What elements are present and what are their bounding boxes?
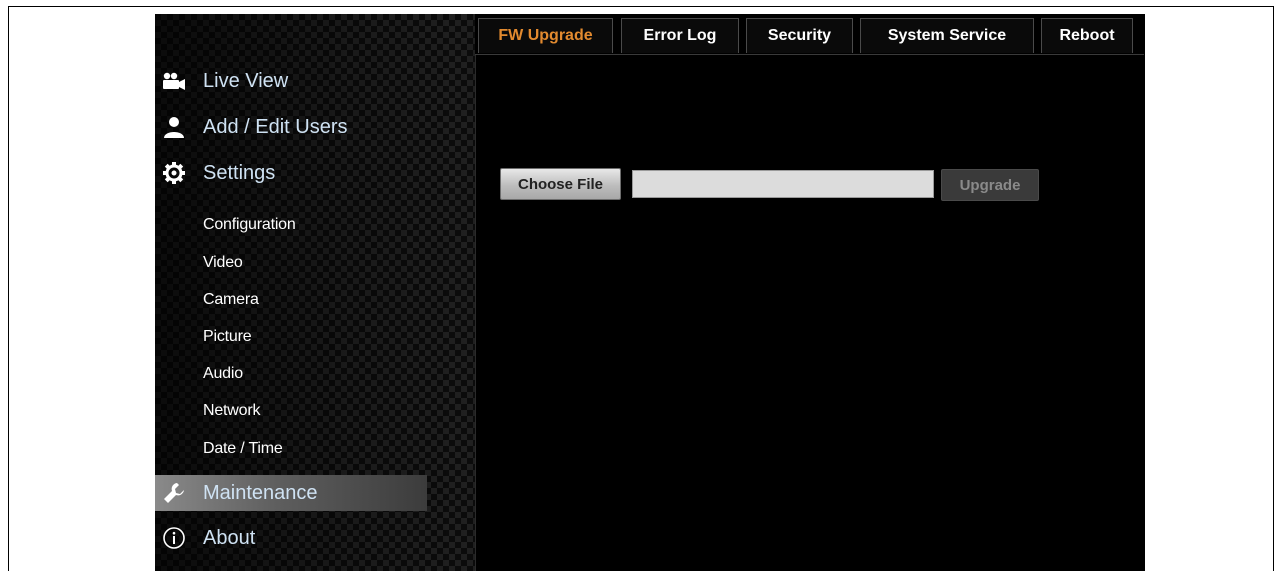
sidebar-sub-audio[interactable]: Audio bbox=[203, 365, 243, 383]
nav-label: Settings bbox=[203, 161, 276, 184]
gear-icon bbox=[159, 161, 189, 185]
sidebar-sub-network[interactable]: Network bbox=[203, 402, 260, 420]
sidebar-sub-configuration[interactable]: Configuration bbox=[203, 216, 296, 234]
file-path-field[interactable] bbox=[632, 170, 934, 198]
nav-label: Live View bbox=[203, 69, 289, 92]
main-content bbox=[475, 14, 1145, 571]
nav-label: Add / Edit Users bbox=[203, 115, 348, 138]
tab-security[interactable]: Security bbox=[746, 18, 853, 53]
sidebar-sub-date-time[interactable]: Date / Time bbox=[203, 440, 283, 458]
nav-label: Maintenance bbox=[203, 481, 318, 504]
tab-reboot[interactable]: Reboot bbox=[1041, 18, 1133, 53]
choose-file-button[interactable]: Choose File bbox=[500, 168, 621, 200]
upgrade-button[interactable]: Upgrade bbox=[941, 169, 1039, 201]
info-icon bbox=[159, 526, 189, 550]
nav-settings[interactable]: Settings bbox=[155, 155, 427, 191]
nav-about[interactable]: About bbox=[155, 520, 427, 556]
nav-add-edit-users[interactable]: Add / Edit Users bbox=[155, 109, 427, 145]
user-icon bbox=[159, 115, 189, 139]
tab-fw-upgrade[interactable]: FW Upgrade bbox=[478, 18, 613, 53]
nav-live-view[interactable]: Live View bbox=[155, 63, 427, 99]
nav-label: About bbox=[203, 526, 256, 549]
tab-system-service[interactable]: System Service bbox=[860, 18, 1034, 53]
sidebar-sub-picture[interactable]: Picture bbox=[203, 328, 252, 346]
tab-error-log[interactable]: Error Log bbox=[621, 18, 739, 53]
video-camera-icon bbox=[159, 69, 189, 93]
wrench-icon bbox=[159, 481, 189, 505]
sidebar-sub-camera[interactable]: Camera bbox=[203, 291, 259, 309]
sidebar: Live View Add / Edit Users Settings Conf… bbox=[155, 14, 475, 571]
sidebar-sub-video[interactable]: Video bbox=[203, 254, 243, 272]
nav-maintenance[interactable]: Maintenance bbox=[155, 475, 427, 511]
camera-web-ui: Live View Add / Edit Users Settings Conf… bbox=[155, 14, 1145, 571]
